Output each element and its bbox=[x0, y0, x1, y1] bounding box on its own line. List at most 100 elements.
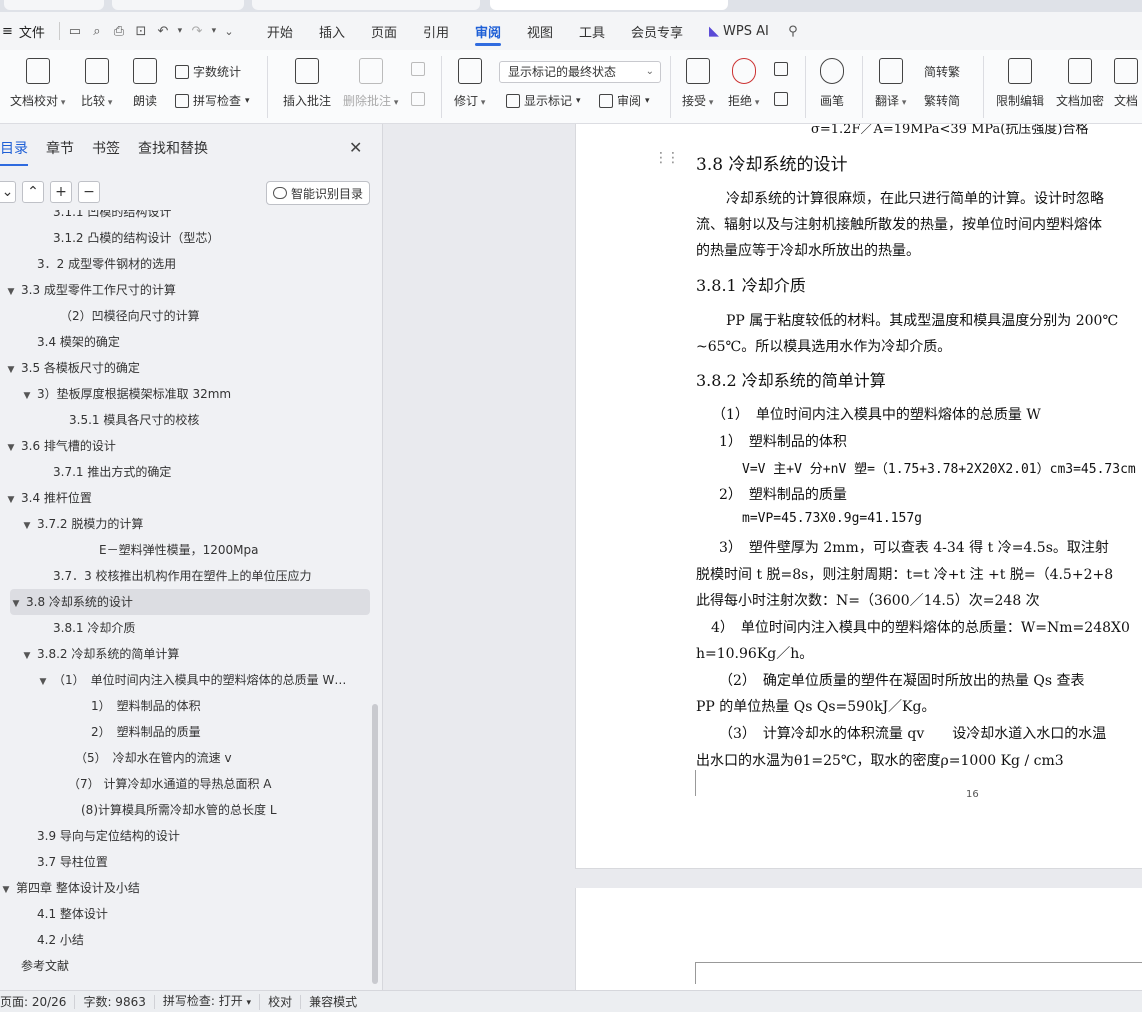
toc-item[interactable]: 3.4 模架的确定 bbox=[0, 329, 370, 355]
expand-triangle-icon[interactable]: ▼ bbox=[5, 357, 17, 383]
expand-triangle-icon[interactable]: ▼ bbox=[21, 643, 33, 669]
spell-check-button[interactable]: 拼写检查 ▾ bbox=[175, 92, 250, 109]
reject-button[interactable]: 拒绝 bbox=[728, 58, 759, 109]
next-change-button[interactable] bbox=[774, 92, 788, 106]
expand-triangle-icon[interactable]: ▼ bbox=[21, 513, 33, 539]
expand-triangle-icon[interactable]: ▼ bbox=[5, 487, 17, 513]
toc-item[interactable]: 4.1 整体设计 bbox=[0, 901, 370, 927]
collapse-chevron-icon[interactable]: ⌄ bbox=[0, 181, 16, 203]
to-simplified-button[interactable]: 繁转简 bbox=[924, 92, 960, 109]
expand-triangle-icon[interactable]: ▼ bbox=[0, 877, 12, 903]
toc-item[interactable]: 1） 塑料制品的体积 bbox=[0, 693, 370, 719]
revise-button[interactable]: 修订 bbox=[454, 58, 485, 109]
chevron-up-icon[interactable]: ⌃ bbox=[22, 181, 44, 203]
word-count-indicator[interactable]: 字数: 9863 bbox=[75, 994, 155, 1009]
undo-dropdown-icon[interactable]: ▾ bbox=[174, 12, 186, 50]
insert-comment-button[interactable]: 插入批注 bbox=[283, 58, 331, 109]
expand-triangle-icon[interactable]: ▼ bbox=[21, 383, 33, 409]
toc-item[interactable]: 2） 塑料制品的质量 bbox=[0, 719, 370, 745]
redo-dropdown-icon[interactable]: ▾ bbox=[208, 12, 220, 50]
print-icon[interactable]: ⎙ bbox=[108, 12, 130, 50]
redo-icon[interactable]: ↷ bbox=[186, 12, 208, 50]
previous-comment-button[interactable] bbox=[411, 62, 425, 76]
nav-scrollbar[interactable] bbox=[372, 704, 378, 984]
nav-tab-bookmarks[interactable]: 书签 bbox=[92, 138, 120, 158]
proofread-button[interactable]: 文档校对 bbox=[10, 58, 65, 109]
next-comment-button[interactable] bbox=[411, 92, 425, 106]
compare-button[interactable]: 比较 bbox=[81, 58, 112, 109]
toc-item[interactable]: （5） 冷却水在管内的流速 v bbox=[0, 745, 370, 771]
toc-item[interactable]: ▼ 3.5 各模板尺寸的确定 bbox=[0, 355, 370, 381]
undo-icon[interactable]: ↶ bbox=[152, 12, 174, 50]
toc-item[interactable]: ▼ 第四章 整体设计及小结 bbox=[0, 875, 370, 901]
toc-item[interactable]: ▼ 3.3 成型零件工作尺寸的计算 bbox=[0, 277, 370, 303]
window-tab[interactable] bbox=[112, 0, 244, 10]
toc-item[interactable]: 3.5.1 模具各尺寸的校核 bbox=[0, 407, 370, 433]
spell-check-indicator[interactable]: 拼写检查: 打开 ▾ bbox=[155, 993, 261, 1010]
toc-item[interactable]: (8)计算模具所需冷却水管的总长度 L bbox=[0, 797, 370, 823]
save-icon[interactable]: ▭ bbox=[64, 12, 86, 50]
markup-mode-select[interactable]: 显示标记的最终状态 ⌄ bbox=[499, 61, 661, 83]
translate-button[interactable]: 翻译 bbox=[875, 58, 906, 109]
show-markup-button[interactable]: 显示标记 ▾ bbox=[506, 92, 581, 109]
more-chevron-icon[interactable]: ⌄ bbox=[220, 12, 238, 50]
toc-item[interactable]: 3.7.1 推出方式的确定 bbox=[0, 459, 370, 485]
expand-triangle-icon[interactable]: ▼ bbox=[10, 591, 22, 617]
toc-item[interactable]: ▼ 3.6 排气槽的设计 bbox=[0, 433, 370, 459]
smart-toc-button[interactable]: 智能识别目录 bbox=[266, 181, 370, 205]
tab-member[interactable]: 会员专享 bbox=[618, 12, 696, 50]
word-count-button[interactable]: 字数统计 bbox=[175, 63, 241, 80]
read-aloud-button[interactable]: 朗读 bbox=[133, 58, 157, 109]
toc-item[interactable]: （7） 计算冷却水通道的导热总面积 A bbox=[0, 771, 370, 797]
tab-insert[interactable]: 插入 bbox=[306, 12, 358, 50]
tab-review[interactable]: 审阅 bbox=[462, 12, 514, 50]
window-tab[interactable] bbox=[252, 0, 480, 10]
toc-item[interactable]: ▼ 3.7.2 脱模力的计算 bbox=[0, 511, 370, 537]
toc-item[interactable]: ▼ 3.8 冷却系统的设计 bbox=[10, 589, 370, 615]
export-icon[interactable]: ⌕ bbox=[86, 12, 108, 50]
toc-item[interactable]: 3.7 导柱位置 bbox=[0, 849, 370, 875]
page-indicator[interactable]: 页面: 20/26 bbox=[0, 994, 76, 1009]
tab-home[interactable]: 开始 bbox=[254, 12, 306, 50]
drag-handle-icon[interactable]: ⋮⋮ bbox=[654, 150, 680, 166]
toc-item[interactable]: ▼ （1） 单位时间内注入模具中的塑料熔体的总质量 W… bbox=[0, 667, 370, 693]
window-tab[interactable] bbox=[4, 0, 104, 10]
toc-item[interactable]: ▼ 3）垫板厚度根据模架标准取 32mm bbox=[0, 381, 370, 407]
tab-tools[interactable]: 工具 bbox=[566, 12, 618, 50]
search-icon[interactable]: ⚲ bbox=[782, 12, 804, 50]
nav-tab-sections[interactable]: 章节 bbox=[46, 138, 74, 158]
proof-indicator[interactable]: 校对 bbox=[260, 994, 302, 1009]
wps-ai-button[interactable]: ◣ WPS AI bbox=[696, 12, 782, 50]
toc-item[interactable]: 3.9 导向与定位结构的设计 bbox=[0, 823, 370, 849]
expand-triangle-icon[interactable]: ▼ bbox=[37, 669, 49, 695]
encrypt-button[interactable]: 文档加密 bbox=[1056, 58, 1104, 109]
draw-button[interactable]: 画笔 bbox=[820, 58, 844, 109]
close-icon[interactable]: ✕ bbox=[349, 138, 362, 157]
tab-page[interactable]: 页面 bbox=[358, 12, 410, 50]
doc-more-button[interactable]: 文档 bbox=[1114, 58, 1138, 109]
delete-comment-button[interactable]: 删除批注 bbox=[343, 58, 398, 109]
toc-item[interactable]: E－塑料弹性模量，1200Mpa bbox=[0, 537, 370, 563]
toc-item[interactable]: （2）凹模径向尺寸的计算 bbox=[0, 303, 370, 329]
toc-item[interactable]: 参考文献 bbox=[0, 953, 370, 979]
minus-icon[interactable]: − bbox=[78, 181, 100, 203]
nav-tab-toc[interactable]: 目录 bbox=[0, 138, 28, 166]
toc-item[interactable]: 3.7．3 校核推出机构作用在塑件上的单位压应力 bbox=[0, 563, 370, 589]
file-menu[interactable]: ≡ 文件 bbox=[0, 22, 55, 41]
previous-change-button[interactable] bbox=[774, 62, 788, 76]
toc-item[interactable]: 4.2 小结 bbox=[0, 927, 370, 953]
plus-icon[interactable]: + bbox=[50, 181, 72, 203]
expand-triangle-icon[interactable]: ▼ bbox=[5, 279, 17, 305]
toc-item[interactable]: 3.1.1 凹模的结构设计 bbox=[0, 210, 370, 225]
toc-item[interactable]: ▼ 3.4 推杆位置 bbox=[0, 485, 370, 511]
print-preview-icon[interactable]: ⊡ bbox=[130, 12, 152, 50]
expand-triangle-icon[interactable]: ▼ bbox=[5, 435, 17, 461]
toc-item[interactable]: 3.8.1 冷却介质 bbox=[0, 615, 370, 641]
restrict-edit-button[interactable]: 限制编辑 bbox=[996, 58, 1044, 109]
tab-view[interactable]: 视图 bbox=[514, 12, 566, 50]
toc-item[interactable]: 3．2 成型零件钢材的选用 bbox=[0, 251, 370, 277]
review-pane-button[interactable]: 审阅 ▾ bbox=[599, 92, 650, 109]
accept-button[interactable]: 接受 bbox=[682, 58, 713, 109]
to-traditional-button[interactable]: 简转繁 bbox=[924, 63, 960, 80]
nav-tab-find-replace[interactable]: 查找和替换 bbox=[138, 138, 208, 158]
